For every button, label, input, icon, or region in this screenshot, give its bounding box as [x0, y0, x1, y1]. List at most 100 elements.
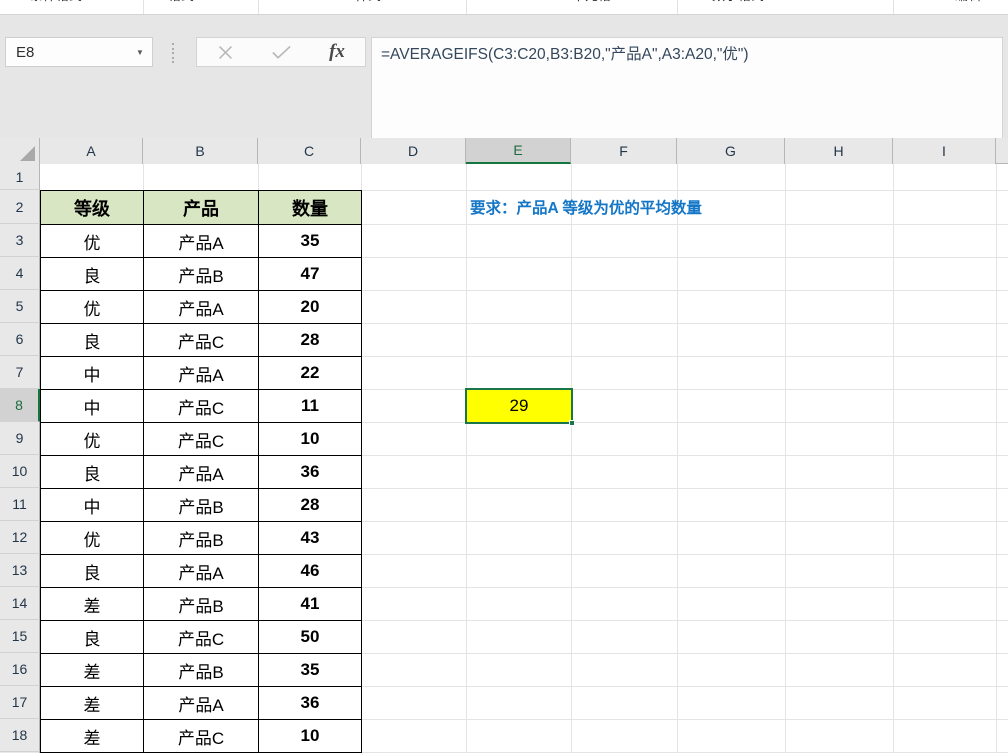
table-cell[interactable]: 41 — [258, 587, 362, 621]
ribbon-item-clipped[interactable]: 编辑 — [955, 0, 981, 3]
table-cell[interactable]: 中 — [40, 389, 144, 423]
table-cell[interactable]: 产品A — [143, 290, 259, 324]
column-header-d[interactable]: D — [361, 138, 466, 164]
table-cell[interactable]: 35 — [258, 224, 362, 258]
chevron-down-icon[interactable]: ▼ — [984, 0, 993, 1]
row-header-9[interactable]: 9 — [0, 422, 40, 455]
column-header-f[interactable]: F — [571, 138, 677, 164]
row-header-7[interactable]: 7 — [0, 356, 40, 389]
row-header-15[interactable]: 15 — [0, 620, 40, 653]
table-cell[interactable]: 产品B — [143, 521, 259, 555]
chevron-down-icon[interactable]: ▼ — [128, 48, 152, 57]
ribbon-item-clipped[interactable]: 单元格 — [572, 0, 611, 3]
table-cell[interactable]: 产品B — [143, 488, 259, 522]
table-cell[interactable]: 良 — [40, 455, 144, 489]
table-cell[interactable]: 产品A — [143, 356, 259, 390]
table-cell[interactable]: 产品C — [143, 323, 259, 357]
row-header-16[interactable]: 16 — [0, 653, 40, 686]
ribbon-item-clipped[interactable]: 格式 — [168, 0, 194, 3]
column-header-b[interactable]: B — [143, 138, 258, 164]
table-cell[interactable]: 35 — [258, 653, 362, 687]
result-cell-e8[interactable]: 29 — [466, 389, 572, 423]
row-header-18[interactable]: 18 — [0, 719, 40, 752]
name-box[interactable]: E8 ▼ — [5, 37, 153, 67]
row-header-13[interactable]: 13 — [0, 554, 40, 587]
row-header-8[interactable]: 8 — [0, 389, 40, 422]
formula-bar-grip[interactable] — [170, 43, 176, 63]
requirement-note[interactable]: 要求：产品A 等级为优的平均数量 — [470, 190, 702, 224]
table-cell[interactable]: 产品A — [143, 224, 259, 258]
table-cell[interactable]: 良 — [40, 323, 144, 357]
table-cell[interactable]: 产品C — [143, 620, 259, 654]
spreadsheet-grid[interactable]: 123456789101112131415161718192021 等级产品数量… — [0, 138, 1008, 753]
chevron-down-icon[interactable]: ▼ — [614, 0, 623, 1]
ribbon-item-clipped[interactable]: 条件格式 — [30, 0, 82, 3]
fx-icon[interactable]: fx — [309, 38, 365, 66]
ribbon-item-clipped[interactable]: 数字格式 — [712, 0, 764, 3]
table-cell[interactable]: 产品C — [143, 389, 259, 423]
column-header-g[interactable]: G — [677, 138, 785, 164]
column-header-h[interactable]: H — [785, 138, 893, 164]
table-header-cell[interactable]: 等级 — [40, 190, 144, 225]
table-cell[interactable]: 差 — [40, 653, 144, 687]
column-header-a[interactable]: A — [40, 138, 143, 164]
column-header-e[interactable]: E — [466, 138, 571, 164]
check-icon[interactable] — [253, 38, 309, 66]
table-cell[interactable]: 11 — [258, 389, 362, 423]
table-cell[interactable]: 良 — [40, 554, 144, 588]
table-cell[interactable]: 产品B — [143, 587, 259, 621]
table-cell[interactable]: 36 — [258, 686, 362, 720]
table-cell[interactable]: 50 — [258, 620, 362, 654]
table-cell[interactable]: 产品A — [143, 455, 259, 489]
fill-handle[interactable] — [569, 420, 575, 426]
table-cell[interactable]: 差 — [40, 686, 144, 720]
table-cell[interactable]: 优 — [40, 422, 144, 456]
table-cell[interactable]: 28 — [258, 323, 362, 357]
row-header-14[interactable]: 14 — [0, 587, 40, 620]
table-header-cell[interactable]: 产品 — [143, 190, 259, 225]
table-cell[interactable]: 中 — [40, 488, 144, 522]
table-cell[interactable]: 优 — [40, 290, 144, 324]
table-header-cell[interactable]: 数量 — [258, 190, 362, 225]
table-cell[interactable]: 46 — [258, 554, 362, 588]
column-header-i[interactable]: I — [893, 138, 996, 164]
table-cell[interactable]: 产品C — [143, 422, 259, 456]
table-cell[interactable]: 优 — [40, 521, 144, 555]
row-header-3[interactable]: 3 — [0, 224, 40, 257]
row-header-6[interactable]: 6 — [0, 323, 40, 356]
row-header-1[interactable]: 1 — [0, 164, 40, 190]
row-header-11[interactable]: 11 — [0, 488, 40, 521]
table-cell[interactable]: 产品B — [143, 653, 259, 687]
table-cell[interactable]: 差 — [40, 719, 144, 753]
table-cell[interactable]: 28 — [258, 488, 362, 522]
table-cell[interactable]: 中 — [40, 356, 144, 390]
table-cell[interactable]: 36 — [258, 455, 362, 489]
table-cell[interactable]: 产品B — [143, 257, 259, 291]
table-cell[interactable]: 良 — [40, 620, 144, 654]
formula-input[interactable]: =AVERAGEIFS(C3:C20,B3:B20,"产品A",A3:A20,"… — [371, 37, 1003, 139]
table-cell[interactable]: 产品A — [143, 554, 259, 588]
column-header-row[interactable]: ABCDEFGHI — [0, 138, 1008, 164]
table-cell[interactable]: 43 — [258, 521, 362, 555]
table-cell[interactable]: 47 — [258, 257, 362, 291]
row-header-5[interactable]: 5 — [0, 290, 40, 323]
table-cell[interactable]: 良 — [40, 257, 144, 291]
table-cell[interactable]: 10 — [258, 422, 362, 456]
column-header-c[interactable]: C — [258, 138, 361, 164]
row-header-12[interactable]: 12 — [0, 521, 40, 554]
table-cell[interactable]: 10 — [258, 719, 362, 753]
row-header-17[interactable]: 17 — [0, 686, 40, 719]
table-cell[interactable]: 优 — [40, 224, 144, 258]
row-header-10[interactable]: 10 — [0, 455, 40, 488]
row-header-4[interactable]: 4 — [0, 257, 40, 290]
table-cell[interactable]: 22 — [258, 356, 362, 390]
chevron-down-icon[interactable]: ▼ — [197, 0, 206, 1]
ribbon-item-clipped[interactable]: 样式 — [355, 0, 381, 3]
select-all-triangle-icon[interactable] — [0, 138, 40, 164]
table-cell[interactable]: 产品C — [143, 719, 259, 753]
close-icon[interactable] — [197, 38, 253, 66]
row-header-2[interactable]: 2 — [0, 190, 40, 224]
table-cell[interactable]: 20 — [258, 290, 362, 324]
table-cell[interactable]: 差 — [40, 587, 144, 621]
table-cell[interactable]: 产品A — [143, 686, 259, 720]
